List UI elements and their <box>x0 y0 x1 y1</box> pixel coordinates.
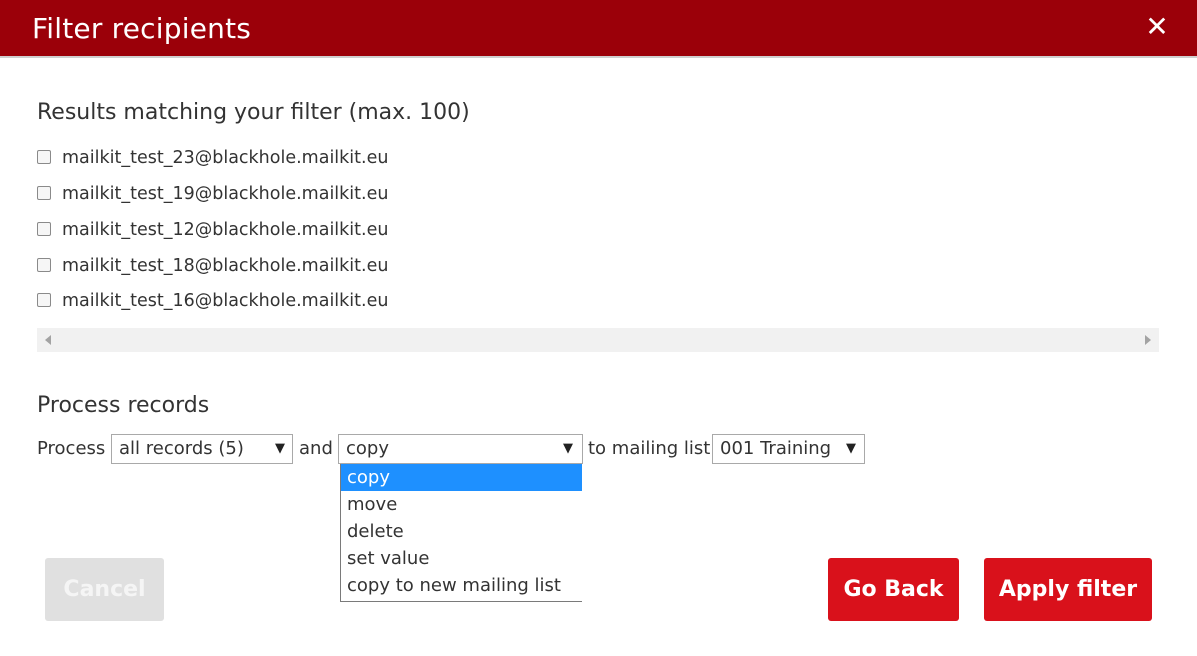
dropdown-option-move[interactable]: move <box>341 491 582 518</box>
recipient-checkbox[interactable] <box>37 222 51 236</box>
results-heading: Results matching your filter (max. 100) <box>37 100 470 125</box>
process-label: Process <box>37 438 106 459</box>
recipient-email: mailkit_test_12@blackhole.mailkit.eu <box>62 220 389 240</box>
records-scope-value: all records (5) <box>119 438 244 459</box>
dropdown-option-delete[interactable]: delete <box>341 518 582 545</box>
recipient-email: mailkit_test_23@blackhole.mailkit.eu <box>62 148 389 168</box>
scroll-right-icon[interactable] <box>1145 335 1151 345</box>
cancel-button[interactable]: Cancel <box>45 558 164 621</box>
close-icon[interactable]: ✕ <box>1145 13 1169 41</box>
chevron-down-icon: ▼ <box>275 441 285 456</box>
mailing-list-select[interactable]: 001 Training m ▼ <box>712 434 865 464</box>
recipient-email: mailkit_test_16@blackhole.mailkit.eu <box>62 291 389 311</box>
process-heading: Process records <box>37 393 210 418</box>
and-label: and <box>299 438 333 459</box>
action-dropdown-list: copy move delete set value copy to new m… <box>340 464 582 602</box>
dialog-title: Filter recipients <box>32 12 252 45</box>
horizontal-scrollbar[interactable] <box>37 328 1159 352</box>
apply-filter-button[interactable]: Apply filter <box>984 558 1152 621</box>
recipient-checkbox[interactable] <box>37 293 51 307</box>
mailing-list-value: 001 Training m <box>720 438 838 459</box>
recipient-email: mailkit_test_18@blackhole.mailkit.eu <box>62 256 389 276</box>
recipient-checkbox[interactable] <box>37 258 51 272</box>
dropdown-option-copy[interactable]: copy <box>341 464 582 491</box>
go-back-button[interactable]: Go Back <box>828 558 959 621</box>
records-scope-select[interactable]: all records (5) ▼ <box>111 434 293 464</box>
action-select[interactable]: copy ▼ <box>338 434 583 464</box>
recipient-email: mailkit_test_19@blackhole.mailkit.eu <box>62 184 389 204</box>
action-value: copy <box>346 438 389 459</box>
recipient-checkbox[interactable] <box>37 186 51 200</box>
chevron-down-icon: ▼ <box>846 441 856 456</box>
dialog-header: Filter recipients ✕ <box>0 0 1197 58</box>
chevron-down-icon: ▼ <box>563 441 573 456</box>
dropdown-option-copy-to-new-list[interactable]: copy to new mailing list <box>341 572 582 599</box>
recipient-checkbox[interactable] <box>37 150 51 164</box>
scroll-left-icon[interactable] <box>45 335 51 345</box>
to-mailing-list-label: to mailing list <box>588 438 711 459</box>
dropdown-option-set-value[interactable]: set value <box>341 545 582 572</box>
